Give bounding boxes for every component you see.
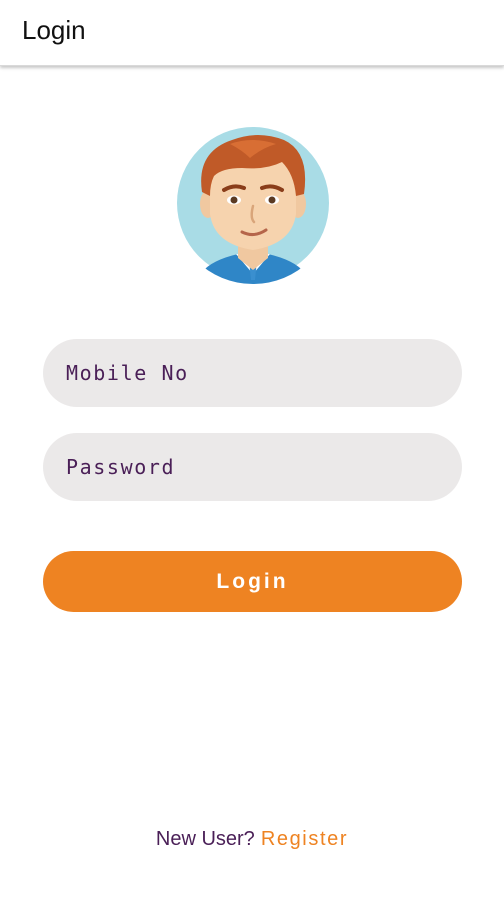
password-input[interactable]: [43, 433, 462, 501]
password-field[interactable]: [43, 433, 462, 501]
avatar-icon: [172, 122, 334, 284]
new-user-label: New User?: [155, 828, 255, 850]
page-title: Login: [22, 15, 86, 45]
mobile-field[interactable]: [43, 339, 462, 407]
register-prompt: New User? Register: [0, 828, 504, 851]
register-link[interactable]: Register: [261, 828, 348, 850]
login-button[interactable]: Login: [43, 551, 462, 612]
avatar: [172, 122, 334, 284]
mobile-input[interactable]: [43, 339, 462, 407]
app-bar: Login: [0, 0, 504, 66]
